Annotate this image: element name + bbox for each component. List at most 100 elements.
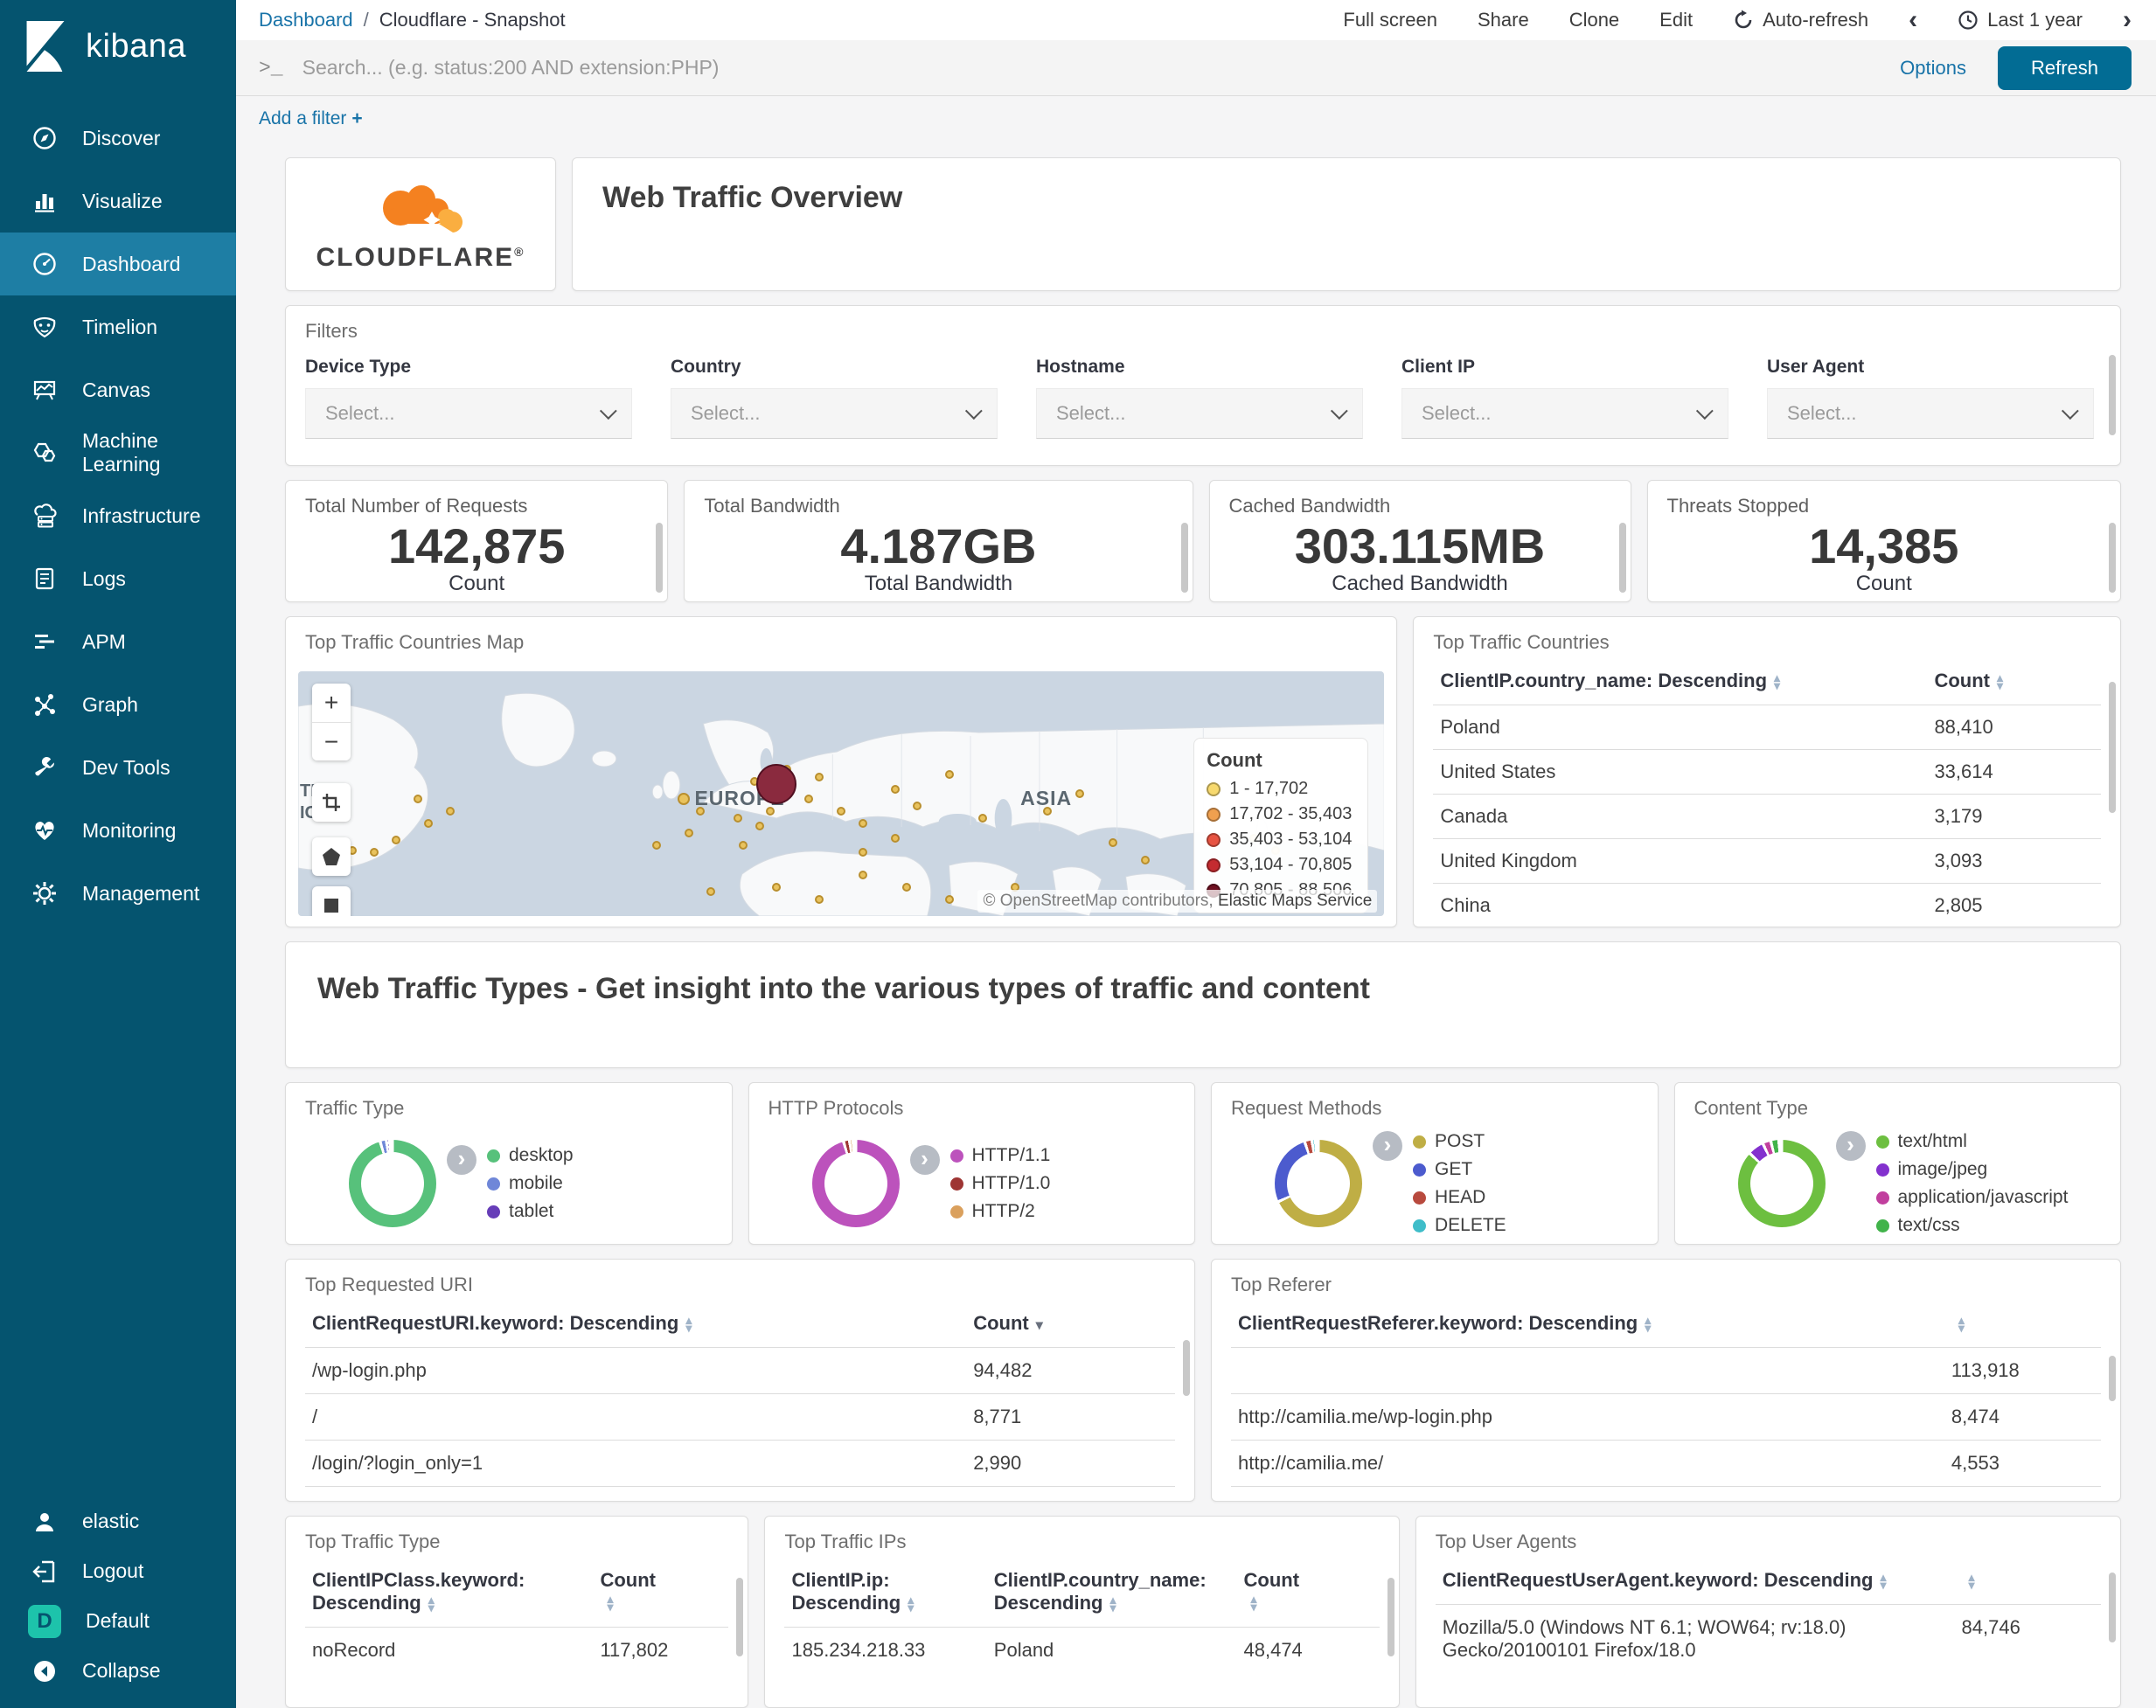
share-button[interactable]: Share (1478, 9, 1529, 31)
map-data-point[interactable] (1108, 838, 1117, 848)
add-filter-button[interactable]: Add a filter + (259, 108, 363, 129)
kibana-logo[interactable]: kibana (0, 0, 236, 87)
edit-button[interactable]: Edit (1659, 9, 1693, 31)
sort-icon[interactable] (1645, 1316, 1651, 1332)
sidebar-item-management[interactable]: Management (0, 862, 236, 925)
legend-item[interactable]: GET (1413, 1159, 1506, 1180)
legend-item[interactable]: HTTP/1.1 (949, 1145, 1050, 1166)
map-data-point[interactable] (706, 887, 716, 897)
column-header[interactable]: ClientIP.country_name: Descending (987, 1555, 1237, 1628)
panel-scrollbar[interactable] (1618, 522, 1626, 593)
map-data-point[interactable] (1141, 855, 1151, 864)
sidebar-item-user[interactable]: elastic (0, 1496, 236, 1546)
panel-scrollbar[interactable] (2109, 1356, 2116, 1401)
client-ip-select[interactable]: Select... (1401, 387, 1728, 439)
sidebar-item-timelion[interactable]: Timelion (0, 295, 236, 358)
map-data-point[interactable] (413, 794, 422, 803)
expand-legend-icon[interactable] (1373, 1131, 1402, 1162)
map-data-point[interactable] (891, 833, 901, 843)
sort-icon[interactable] (908, 1596, 914, 1612)
map-zoom-in-button[interactable]: + (312, 684, 351, 723)
map-data-point[interactable] (739, 840, 748, 850)
map-data-point[interactable] (391, 836, 400, 845)
map-data-point[interactable] (859, 818, 867, 828)
map-data-point[interactable] (755, 763, 796, 804)
sidebar-item-graph[interactable]: Graph (0, 673, 236, 736)
sidebar-item-apm[interactable]: APM (0, 610, 236, 673)
legend-item[interactable]: desktop (487, 1145, 574, 1166)
breadcrumb-dashboard[interactable]: Dashboard (259, 9, 353, 31)
sort-icon[interactable] (1958, 1316, 1965, 1332)
map-data-point[interactable] (766, 806, 775, 816)
map-data-point[interactable] (1075, 789, 1085, 799)
column-header[interactable]: Count (966, 1298, 1175, 1348)
sort-descending-icon[interactable] (1036, 1316, 1043, 1334)
map-rectangle-tool-button[interactable] (312, 886, 351, 917)
column-header[interactable]: ClientRequestURI.keyword: Descending (305, 1298, 966, 1348)
world-map[interactable]: EUROPE ASIA TH IC + − (298, 671, 1385, 917)
sort-icon[interactable] (607, 1595, 613, 1611)
sort-icon[interactable] (1251, 1595, 1257, 1611)
sort-icon[interactable] (1774, 674, 1780, 690)
column-header[interactable]: ClientIPClass.keyword: Descending (305, 1555, 593, 1628)
legend-item[interactable]: mobile (487, 1173, 574, 1194)
sort-icon[interactable] (1880, 1573, 1886, 1589)
time-next-button[interactable]: › (2123, 7, 2132, 33)
map-data-point[interactable] (369, 848, 379, 857)
sort-icon[interactable] (1997, 674, 2003, 690)
map-data-point[interactable] (859, 870, 867, 879)
content-type-donut-chart[interactable] (1737, 1140, 1826, 1228)
column-header[interactable] (1944, 1298, 2101, 1348)
map-data-point[interactable] (685, 828, 694, 837)
legend-item[interactable]: HTTP/1.0 (949, 1173, 1050, 1194)
map-data-point[interactable] (755, 821, 764, 830)
map-polygon-tool-button[interactable] (312, 837, 351, 877)
column-header[interactable]: Count (593, 1555, 728, 1628)
map-data-point[interactable] (424, 818, 434, 828)
expand-legend-icon[interactable] (909, 1145, 940, 1176)
column-header[interactable]: ClientRequestReferer.keyword: Descending (1231, 1298, 1944, 1348)
map-data-point[interactable] (695, 806, 705, 816)
map-data-point[interactable] (945, 894, 955, 904)
legend-item[interactable]: HTTP/2 (949, 1201, 1051, 1222)
sort-icon[interactable] (1969, 1573, 1975, 1589)
legend-item[interactable]: text/html (1875, 1131, 2069, 1152)
request-methods-donut-chart[interactable] (1275, 1140, 1362, 1228)
sort-icon[interactable] (1109, 1596, 1116, 1612)
panel-scrollbar[interactable] (1180, 522, 1188, 593)
sidebar-item-logout[interactable]: Logout (0, 1546, 236, 1596)
sort-icon[interactable] (428, 1596, 435, 1612)
legend-item[interactable]: HEAD (1413, 1187, 1506, 1208)
map-data-point[interactable] (945, 769, 955, 779)
panel-scrollbar[interactable] (2108, 522, 2116, 593)
legend-item[interactable]: DELETE (1413, 1215, 1506, 1236)
sidebar-item-collapse[interactable]: Collapse (0, 1646, 236, 1696)
map-data-point[interactable] (901, 882, 911, 892)
legend-item[interactable]: POST (1413, 1131, 1506, 1152)
traffic-type-donut-chart[interactable] (349, 1140, 436, 1228)
user-agent-select[interactable]: Select... (1767, 387, 2094, 439)
map-data-point[interactable] (913, 802, 922, 811)
clone-button[interactable]: Clone (1569, 9, 1619, 31)
map-data-point[interactable] (771, 882, 781, 892)
column-header[interactable]: Count (1237, 1555, 1380, 1628)
map-data-point[interactable] (445, 806, 455, 816)
sidebar-item-infrastructure[interactable]: Infrastructure (0, 484, 236, 547)
auto-refresh-button[interactable]: Auto-refresh (1733, 9, 1868, 31)
time-range-picker[interactable]: Last 1 year (1958, 9, 2083, 31)
hostname-select[interactable]: Select... (1036, 387, 1363, 439)
expand-legend-icon[interactable] (1835, 1131, 1866, 1162)
map-zoom-out-button[interactable]: − (312, 722, 351, 761)
map-data-point[interactable] (815, 894, 824, 904)
sidebar-item-discover[interactable]: Discover (0, 107, 236, 170)
panel-scrollbar[interactable] (656, 522, 664, 593)
panel-scrollbar[interactable] (2109, 354, 2116, 435)
sidebar-item-dashboard[interactable]: Dashboard (0, 233, 236, 295)
refresh-button[interactable]: Refresh (1997, 45, 2132, 90)
sidebar-item-dev-tools[interactable]: Dev Tools (0, 736, 236, 799)
sidebar-item-machine-learning[interactable]: Machine Learning (0, 421, 236, 484)
legend-item[interactable]: image/jpeg (1875, 1159, 2069, 1180)
column-header[interactable]: ClientIP.ip: Descending (784, 1555, 986, 1628)
panel-scrollbar[interactable] (1387, 1578, 1394, 1656)
map-data-point[interactable] (678, 792, 691, 805)
